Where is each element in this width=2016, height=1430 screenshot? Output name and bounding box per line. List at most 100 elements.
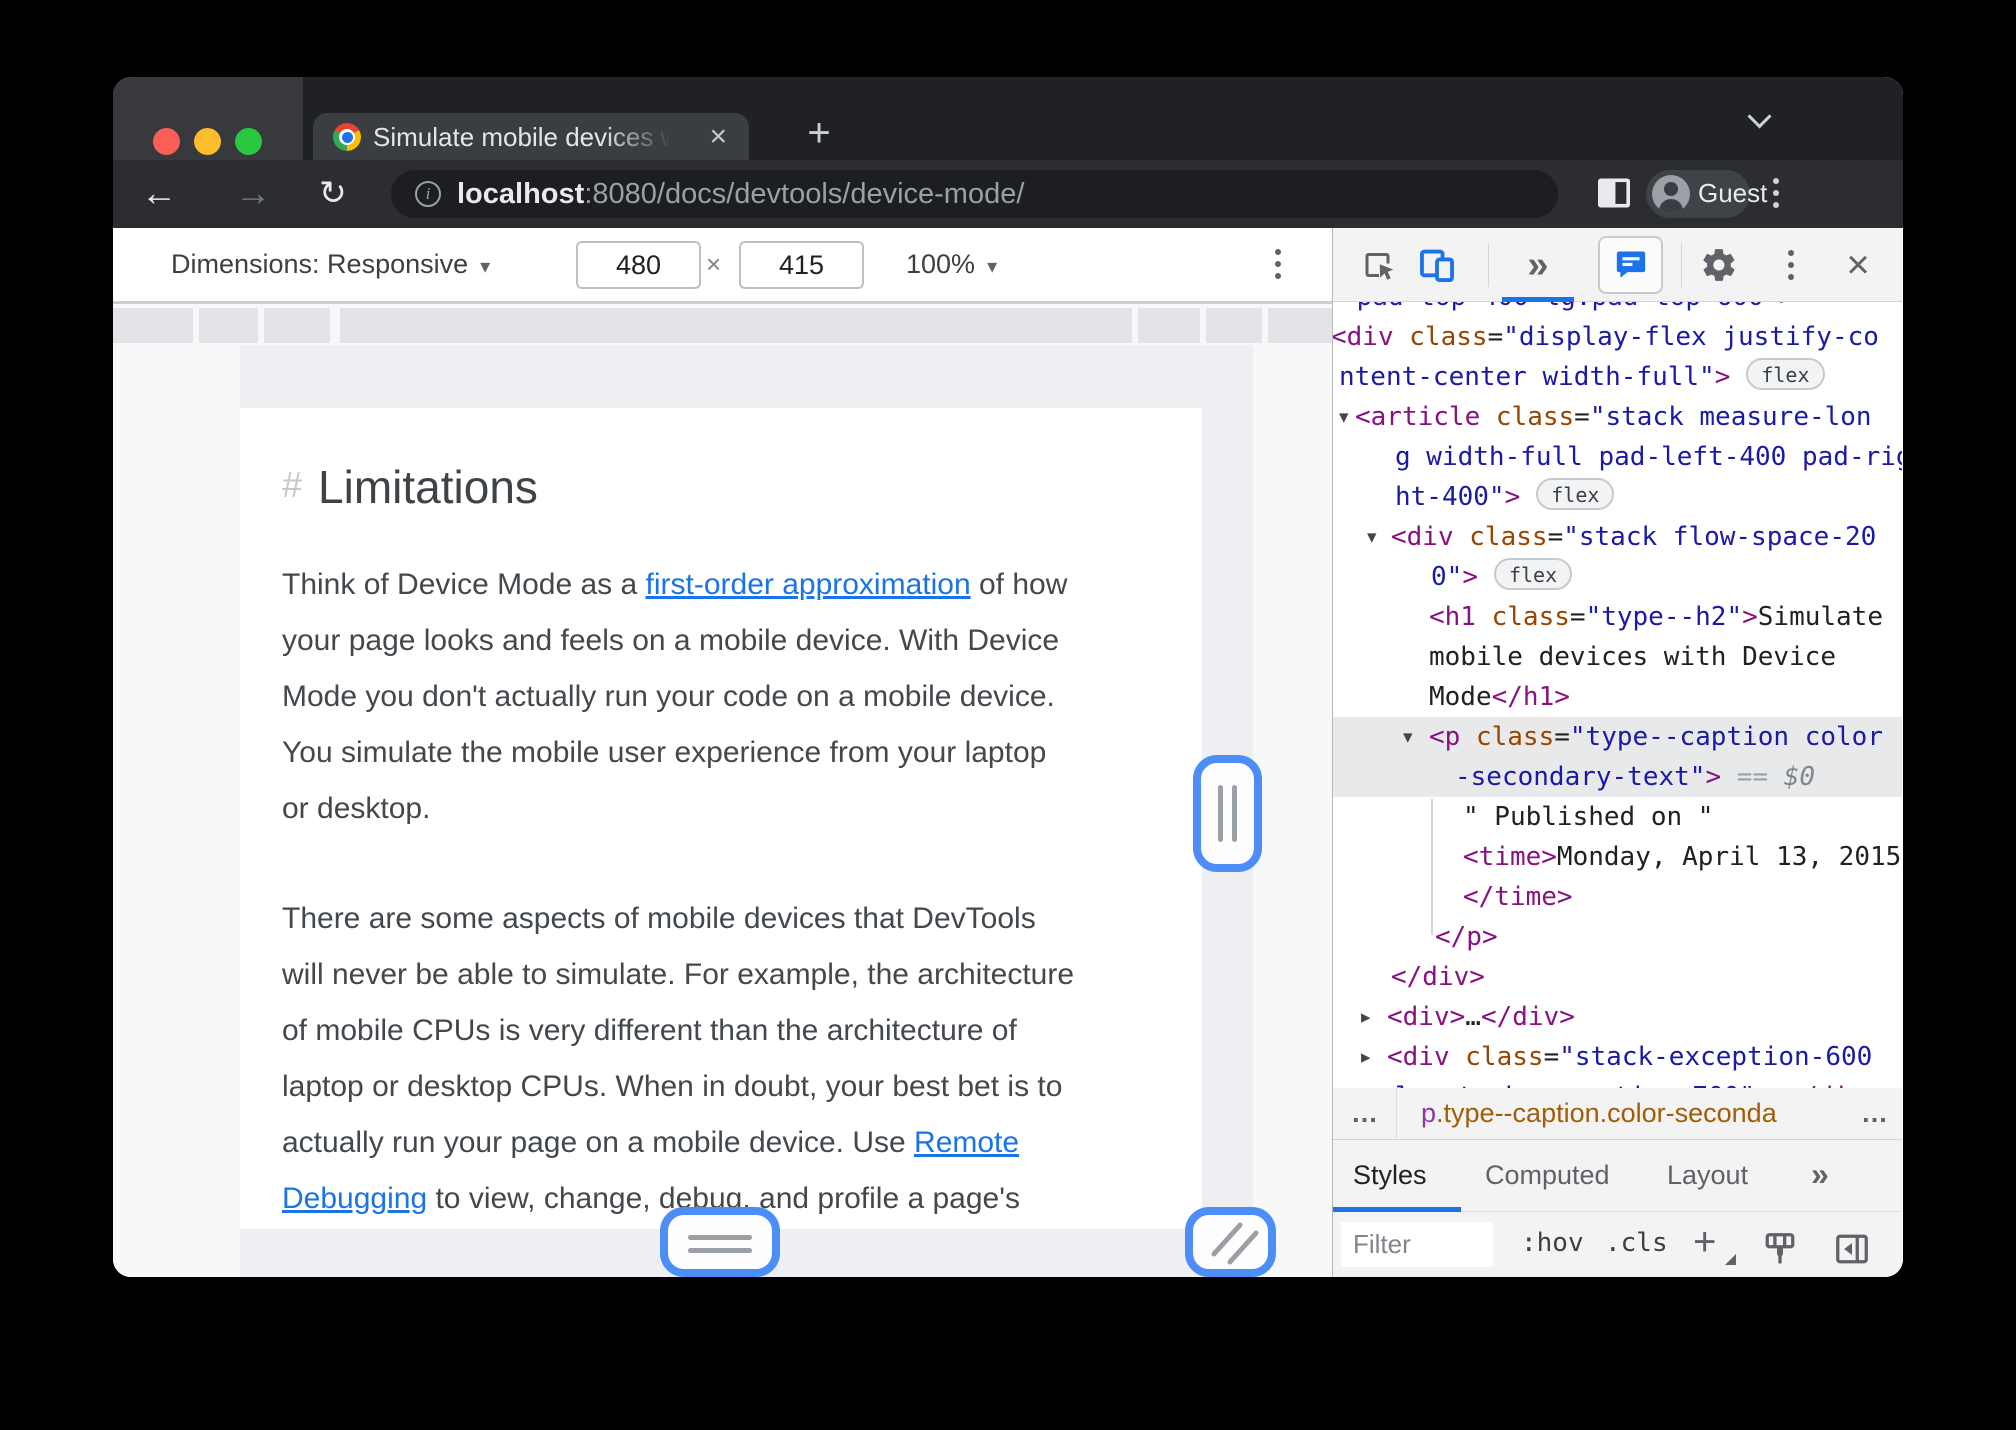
dom-tree-line[interactable]: lg:stack-exception-700">…</div> xyxy=(1395,1077,1880,1088)
flex-badge[interactable]: flex xyxy=(1493,558,1573,590)
dock-sidebar-icon[interactable] xyxy=(1828,1212,1876,1277)
dom-tree-line[interactable]: </time> xyxy=(1463,877,1573,917)
viewport-resize-handle-bottom[interactable] xyxy=(660,1207,780,1277)
paragraph-text: You simulate the mobile user experience … xyxy=(282,736,1047,769)
viewport-resize-handle-corner[interactable] xyxy=(1185,1207,1276,1277)
dom-tree-line[interactable]: <p class="type--caption color xyxy=(1429,717,1883,757)
page-link[interactable]: Debugging xyxy=(282,1182,427,1215)
tab-styles[interactable]: Styles xyxy=(1353,1140,1427,1212)
tab-layout[interactable]: Layout xyxy=(1667,1140,1748,1212)
device-toolbar-menu-icon[interactable] xyxy=(1275,249,1281,279)
dom-tree-line[interactable]: g width-full pad-left-400 pad-rig xyxy=(1395,437,1902,477)
dom-token: = xyxy=(1547,522,1564,552)
back-button[interactable]: ← xyxy=(141,160,177,228)
minimize-window-button[interactable] xyxy=(194,128,221,155)
dom-token: = xyxy=(1569,602,1586,632)
dom-tree-line[interactable]: -secondary-text"> == $0 xyxy=(1455,757,1815,797)
device-toolbar-toggle-icon[interactable] xyxy=(1415,228,1459,302)
dom-tree-line[interactable]: <article class="stack measure-lon xyxy=(1355,397,1872,437)
elements-dom-tree: "pad-top-400 lg:pad-top-600"><div class=… xyxy=(1333,302,1902,1088)
dom-tree-line[interactable]: Mode</h1> xyxy=(1429,677,1570,717)
dom-tree-line[interactable]: " Published on " xyxy=(1463,797,1713,837)
expand-arrow-down-icon[interactable]: ▾ xyxy=(1339,397,1349,437)
dom-token: </div> xyxy=(1480,1002,1575,1032)
toolbar-divider xyxy=(1488,243,1489,287)
dom-tree-line[interactable]: </div> xyxy=(1391,957,1485,997)
reload-button[interactable]: ↻ xyxy=(319,160,347,228)
dom-token: class xyxy=(1465,1042,1544,1072)
dom-tree-line[interactable]: "pad-top-400 lg:pad-top-600"> xyxy=(1341,302,1795,317)
breadcrumb-overflow-left[interactable]: … xyxy=(1333,1088,1397,1138)
new-tab-button[interactable]: + xyxy=(795,110,843,158)
close-window-button[interactable] xyxy=(153,128,180,155)
expand-arrow-down-icon[interactable]: ▾ xyxy=(1403,717,1413,757)
tab-computed[interactable]: Computed xyxy=(1485,1140,1610,1212)
inspect-element-icon[interactable] xyxy=(1357,228,1401,302)
flex-badge[interactable]: flex xyxy=(1536,478,1615,510)
dom-tree-line[interactable]: <div class="display-flex justify-co xyxy=(1333,317,1879,357)
dom-tree-line[interactable]: <div class="stack-exception-600 xyxy=(1387,1037,1872,1077)
browser-tab[interactable]: Simulate mobile devices with D × xyxy=(313,113,749,160)
dom-token: == xyxy=(1721,762,1784,792)
dom-token: "stack measure-lon xyxy=(1589,402,1872,432)
dom-token: <div xyxy=(1333,322,1410,352)
dom-tree-line[interactable]: 0"> flex xyxy=(1431,557,1573,597)
more-sidebar-tabs-icon[interactable]: » xyxy=(1811,1140,1829,1212)
viewport-resize-handle-right[interactable] xyxy=(1193,755,1262,872)
dom-token: > xyxy=(1462,562,1478,592)
styles-filter-input[interactable] xyxy=(1341,1222,1493,1267)
page-link[interactable]: first-order approximation xyxy=(646,568,971,601)
side-panel-icon[interactable] xyxy=(1596,177,1632,209)
grip-bar xyxy=(1232,785,1237,842)
dom-tree-line[interactable]: <h1 class="type--h2">Simulate xyxy=(1429,597,1883,637)
profile-button[interactable]: Guest xyxy=(1646,170,1767,218)
paragraph-text: laptop or desktop CPUs. When in doubt, y… xyxy=(282,1070,1063,1103)
more-panels-icon[interactable]: » xyxy=(1509,228,1567,302)
toggle-element-classes-button[interactable]: .cls xyxy=(1605,1212,1668,1277)
address-bar[interactable]: i localhost:8080/docs/devtools/device-mo… xyxy=(391,170,1558,218)
dom-tree-line[interactable]: </p> xyxy=(1435,917,1498,957)
flex-badge[interactable]: flex xyxy=(1746,358,1825,390)
breadcrumb-overflow-right[interactable]: … xyxy=(1861,1088,1888,1138)
expand-arrow-right-icon[interactable]: ▸ xyxy=(1361,997,1371,1037)
dom-tree-line[interactable]: mobile devices with Device xyxy=(1429,637,1836,677)
dom-tree-line[interactable]: ht-400"> flex xyxy=(1395,477,1615,517)
devtools-close-icon[interactable]: × xyxy=(1833,228,1883,302)
viewport-width-input[interactable] xyxy=(576,241,701,289)
browser-menu-icon[interactable] xyxy=(1773,178,1779,208)
dimensions-separator: × xyxy=(706,249,722,279)
tab-close-icon[interactable]: × xyxy=(709,120,727,154)
forward-button[interactable]: → xyxy=(235,160,271,228)
chevron-down-icon[interactable] xyxy=(1749,105,1771,127)
dom-token: <time> xyxy=(1463,842,1557,872)
dom-token: class xyxy=(1409,322,1488,352)
dom-tree-line[interactable]: <div>…</div> xyxy=(1387,997,1575,1037)
dimensions-dropdown[interactable]: Dimensions: Responsive ▾ xyxy=(171,228,490,302)
dom-tree-line[interactable]: ntent-center width-full"> flex xyxy=(1339,357,1825,397)
ruler-segment xyxy=(199,308,258,343)
expand-arrow-right-icon[interactable]: ▸ xyxy=(1361,1037,1371,1077)
viewport-height-input[interactable] xyxy=(739,241,864,289)
paragraph-text: Think of Device Mode as a xyxy=(282,568,646,601)
maximize-window-button[interactable] xyxy=(235,128,262,155)
heading-anchor-hash[interactable]: # xyxy=(282,464,302,505)
devtools-menu-icon[interactable] xyxy=(1771,228,1811,302)
breadcrumb-selected-node[interactable]: p.type--caption.color-seconda xyxy=(1421,1088,1777,1138)
dom-tree-line[interactable]: <time>Monday, April 13, 2015 xyxy=(1463,837,1901,877)
zoom-dropdown[interactable]: 100% ▾ xyxy=(906,228,997,302)
devtools-toolbar: » × xyxy=(1333,228,1902,302)
site-info-icon[interactable]: i xyxy=(415,181,441,207)
paragraph-line: actually run your page on a mobile devic… xyxy=(282,1115,1019,1171)
paint-format-icon[interactable] xyxy=(1758,1212,1802,1277)
url-text[interactable]: localhost:8080/docs/devtools/device-mode… xyxy=(457,170,1024,218)
toggle-console-drawer-button[interactable] xyxy=(1598,236,1663,294)
expand-arrow-down-icon[interactable]: ▾ xyxy=(1367,517,1377,557)
dom-tree-line[interactable]: <div class="stack flow-space-20 xyxy=(1391,517,1876,557)
toggle-hover-state-button[interactable]: :hov xyxy=(1521,1212,1584,1277)
dom-token: = xyxy=(1574,402,1590,432)
paragraph-text: your page looks and feels on a mobile de… xyxy=(282,624,1060,657)
page-link[interactable]: Remote xyxy=(914,1126,1019,1159)
new-style-rule-button[interactable]: + xyxy=(1693,1212,1716,1277)
dom-token: Simulate xyxy=(1757,602,1883,632)
settings-gear-icon[interactable] xyxy=(1697,228,1741,302)
